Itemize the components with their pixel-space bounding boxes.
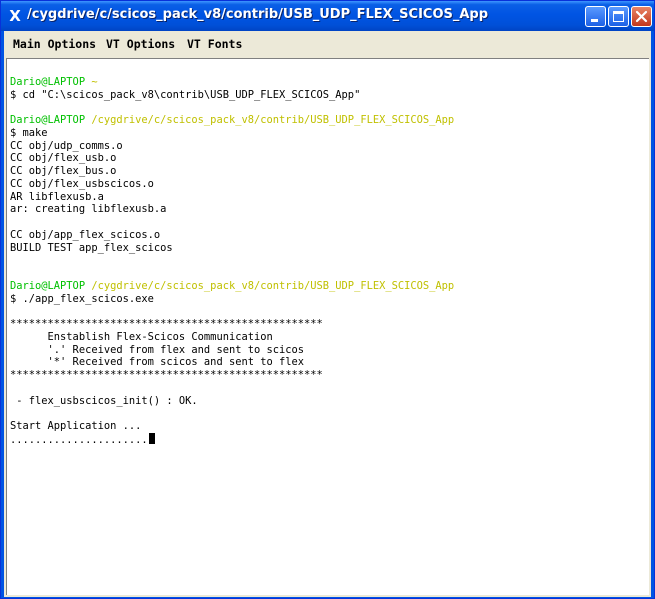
terminal-line: Start Application ... bbox=[10, 420, 141, 433]
x-icon: X bbox=[9, 7, 21, 25]
terminal-text: CC obj/udp_comms.o bbox=[10, 139, 123, 152]
terminal-line: CC obj/flex_usbscicos.o bbox=[10, 178, 154, 191]
terminal-line: ...................... bbox=[10, 432, 155, 446]
terminal-text: $ ./app_flex_scicos.exe bbox=[10, 292, 154, 305]
terminal-line: ****************************************… bbox=[10, 369, 323, 382]
terminal-text: $ make bbox=[10, 126, 48, 139]
terminal-text: Start Application ... bbox=[10, 420, 142, 432]
terminal-text: Dario@LAPTOP bbox=[10, 279, 92, 292]
terminal-line: ****************************************… bbox=[10, 318, 323, 331]
text-cursor bbox=[148, 432, 155, 444]
terminal-text: CC obj/flex_usb.o bbox=[10, 152, 117, 165]
terminal-text: '.' Received from flex and sent to scico… bbox=[10, 343, 305, 356]
terminal-line: '*' Received from scicos and sent to fle… bbox=[10, 356, 305, 369]
terminal-text: $ cd "C:\scicos_pack_v8\contrib\USB_UDP_… bbox=[10, 88, 361, 101]
terminal-text: ...................... bbox=[10, 433, 148, 446]
menu-vt-options[interactable]: VT Options bbox=[106, 37, 175, 51]
terminal-line: CC obj/udp_comms.o bbox=[10, 140, 123, 153]
maximize-icon bbox=[613, 11, 624, 22]
terminal-line: BUILD TEST app_flex_scicos bbox=[10, 242, 173, 255]
terminal-line: CC obj/flex_bus.o bbox=[10, 165, 116, 178]
terminal-text: CC obj/flex_bus.o bbox=[10, 165, 117, 177]
terminal-text: AR libflexusb.a bbox=[10, 190, 104, 203]
terminal-line: AR libflexusb.a bbox=[10, 191, 104, 204]
terminal-line: Dario@LAPTOP /cygdrive/c/scicos_pack_v8/… bbox=[10, 114, 454, 127]
terminal-line: CC obj/app_flex_scicos.o bbox=[10, 229, 160, 242]
terminal-line: CC obj/flex_usb.o bbox=[10, 152, 116, 165]
terminal-window: X /cygdrive/c/scicos_pack_v8/contrib/USB… bbox=[0, 0, 655, 599]
terminal-line: Dario@LAPTOP /cygdrive/c/scicos_pack_v8/… bbox=[10, 280, 454, 293]
terminal-text: CC obj/app_flex_scicos.o bbox=[10, 228, 161, 241]
menu-bar: Main Options VT Options VT Fonts bbox=[4, 31, 651, 56]
client-area: Main Options VT Options VT Fonts Dario@L… bbox=[4, 31, 651, 597]
menu-main-options[interactable]: Main Options bbox=[13, 37, 96, 51]
window-title: /cygdrive/c/scicos_pack_v8/contrib/USB_U… bbox=[27, 7, 489, 22]
terminal-line: - flex_usbscicos_init() : OK. bbox=[10, 394, 198, 408]
terminal-text: - flex_usbscicos_init() : OK. bbox=[10, 394, 198, 407]
terminal-line: $ ./app_flex_scicos.exe bbox=[10, 293, 154, 306]
terminal-text: Enstablish Flex-Scicos Communication bbox=[10, 330, 273, 343]
terminal-text: Dario@LAPTOP bbox=[10, 114, 92, 126]
close-button[interactable] bbox=[631, 6, 652, 27]
terminal-text: ****************************************… bbox=[10, 318, 323, 330]
minimize-icon bbox=[591, 19, 598, 22]
terminal-output[interactable]: Dario@LAPTOP ~ $ cd "C:\scicos_pack_v8\co… bbox=[6, 58, 649, 595]
terminal-text: CC obj/flex_usbscicos.o bbox=[10, 177, 154, 190]
terminal-line: ar: creating libflexusb.a bbox=[10, 203, 166, 216]
close-icon bbox=[635, 10, 648, 23]
terminal-text: ****************************************… bbox=[10, 369, 323, 381]
terminal-line: '.' Received from flex and sent to scico… bbox=[10, 343, 305, 357]
terminal-text: /cygdrive/c/scicos_pack_v8/contrib/USB_U… bbox=[91, 114, 455, 126]
terminal-text: Dario@LAPTOP bbox=[10, 75, 92, 88]
title-bar[interactable]: X /cygdrive/c/scicos_pack_v8/contrib/USB… bbox=[1, 1, 654, 31]
minimize-button[interactable] bbox=[585, 6, 606, 27]
terminal-text: '*' Received from scicos and sent to fle… bbox=[10, 356, 305, 369]
terminal-text: BUILD TEST app_flex_scicos bbox=[10, 241, 173, 254]
menu-vt-fonts[interactable]: VT Fonts bbox=[187, 37, 242, 51]
terminal-line: Enstablish Flex-Scicos Communication bbox=[10, 331, 273, 344]
terminal-text: ar: creating libflexusb.a bbox=[10, 203, 167, 216]
terminal-text: /cygdrive/c/scicos_pack_v8/contrib/USB_U… bbox=[91, 279, 455, 292]
terminal-line: Dario@LAPTOP ~ bbox=[10, 76, 98, 89]
terminal-text: ~ bbox=[91, 75, 98, 88]
terminal-line: $ make bbox=[10, 127, 48, 140]
maximize-button[interactable] bbox=[608, 6, 629, 27]
terminal-line: $ cd "C:\scicos_pack_v8\contrib\USB_UDP_… bbox=[10, 89, 360, 102]
